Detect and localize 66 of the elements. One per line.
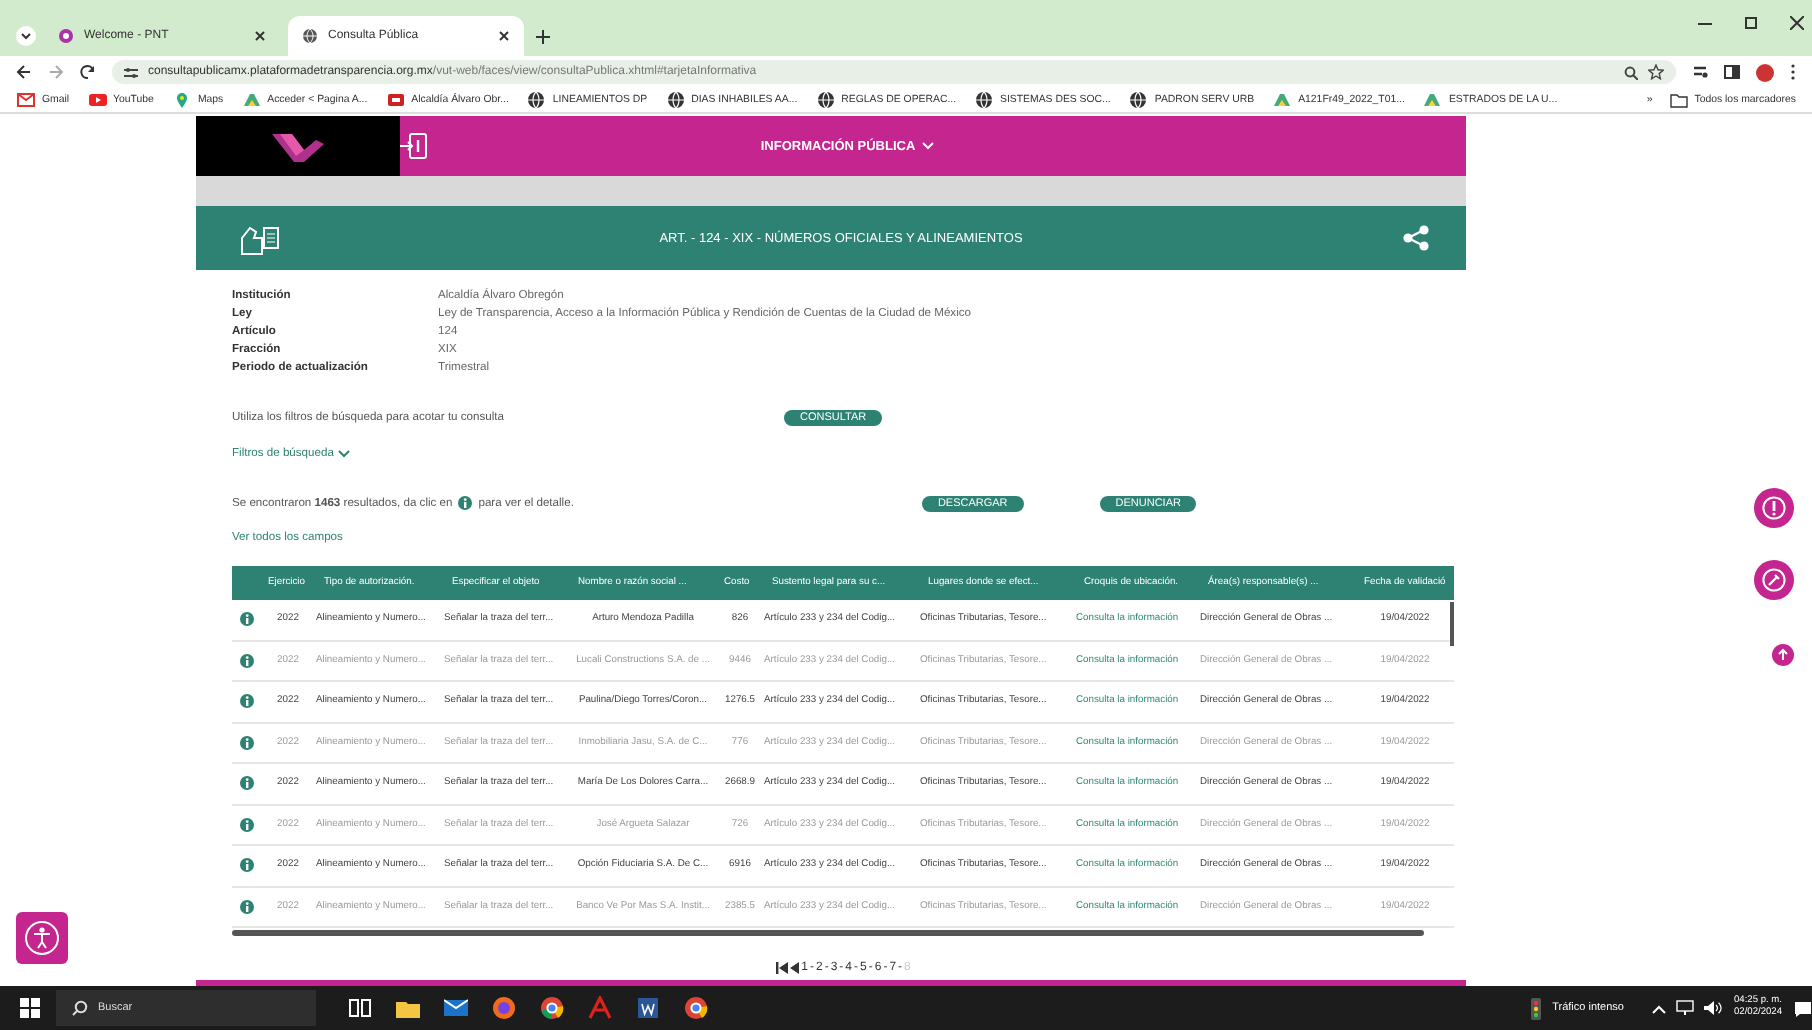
accessibility-button[interactable] xyxy=(16,912,68,964)
info-icon[interactable] xyxy=(239,735,253,750)
horizontal-scrollbar[interactable] xyxy=(232,930,1424,936)
info-icon[interactable] xyxy=(239,776,253,791)
mail-icon[interactable] xyxy=(444,996,468,1020)
zoom-icon[interactable] xyxy=(1624,65,1638,79)
chevron-down-icon xyxy=(921,142,934,150)
close-icon[interactable] xyxy=(254,30,266,42)
task-view-icon[interactable] xyxy=(348,996,372,1020)
tools-button[interactable] xyxy=(1754,560,1794,600)
globe-icon xyxy=(1128,90,1149,110)
globe-favicon-icon xyxy=(302,28,318,44)
login-icon[interactable] xyxy=(400,132,428,160)
arrow-up-button[interactable] xyxy=(1772,644,1794,666)
pdf-icon[interactable] xyxy=(588,996,612,1020)
drive-icon xyxy=(1272,90,1293,110)
close-icon[interactable] xyxy=(1790,16,1804,30)
vertical-scrollbar[interactable] xyxy=(1450,602,1454,646)
sidebar-icon[interactable] xyxy=(1724,64,1740,80)
profile-avatar[interactable] xyxy=(1756,63,1774,81)
info-icon[interactable] xyxy=(239,612,253,627)
globe-icon xyxy=(526,90,547,110)
video-icon xyxy=(87,90,108,110)
folder-icon xyxy=(1670,92,1689,108)
network-icon[interactable] xyxy=(1675,1000,1694,1016)
windows-icon[interactable] xyxy=(20,998,40,1018)
exclamation-icon xyxy=(1762,496,1786,520)
notifications-icon[interactable] xyxy=(1794,999,1812,1017)
drive-icon xyxy=(1422,90,1443,110)
back-icon[interactable] xyxy=(16,64,32,80)
search-icon xyxy=(72,1000,88,1016)
globe-icon xyxy=(665,90,686,110)
info-icon[interactable] xyxy=(239,817,253,832)
info-icon[interactable] xyxy=(239,653,253,668)
traffic-light-icon xyxy=(1528,997,1545,1019)
map-pin-icon xyxy=(171,90,192,110)
extensions-icon[interactable] xyxy=(1692,64,1708,80)
close-icon[interactable] xyxy=(498,30,510,42)
globe-icon xyxy=(974,90,995,110)
badge-icon xyxy=(385,90,406,110)
new-tab-icon[interactable] xyxy=(536,30,550,44)
previous-page-icon[interactable] xyxy=(789,962,800,974)
word-icon[interactable] xyxy=(636,996,660,1020)
mail-icon xyxy=(16,90,36,110)
accessibility-icon xyxy=(24,920,60,956)
info-icon[interactable] xyxy=(239,858,253,873)
speaker-icon[interactable] xyxy=(1703,1000,1722,1016)
badge-favicon-icon xyxy=(58,28,74,44)
restore-icon[interactable] xyxy=(1744,16,1758,30)
site-settings-icon[interactable] xyxy=(124,65,138,79)
more-icon[interactable] xyxy=(1790,64,1796,80)
share-icon[interactable] xyxy=(1402,224,1430,252)
info-icon xyxy=(458,496,473,510)
drive-icon xyxy=(241,90,262,110)
reload-icon[interactable] xyxy=(80,64,96,80)
globe-icon xyxy=(815,90,836,110)
first-page-icon[interactable] xyxy=(775,962,788,974)
alert-button[interactable] xyxy=(1754,488,1794,528)
info-icon[interactable] xyxy=(239,694,253,709)
info-icon[interactable] xyxy=(239,899,253,914)
chevron-down-icon xyxy=(337,449,350,457)
folder-icon[interactable] xyxy=(396,996,420,1020)
stripes-logo xyxy=(268,128,328,164)
star-icon[interactable] xyxy=(1648,64,1664,80)
dropdown-button[interactable] xyxy=(16,26,36,46)
chevron-up-icon[interactable] xyxy=(1651,1003,1666,1013)
